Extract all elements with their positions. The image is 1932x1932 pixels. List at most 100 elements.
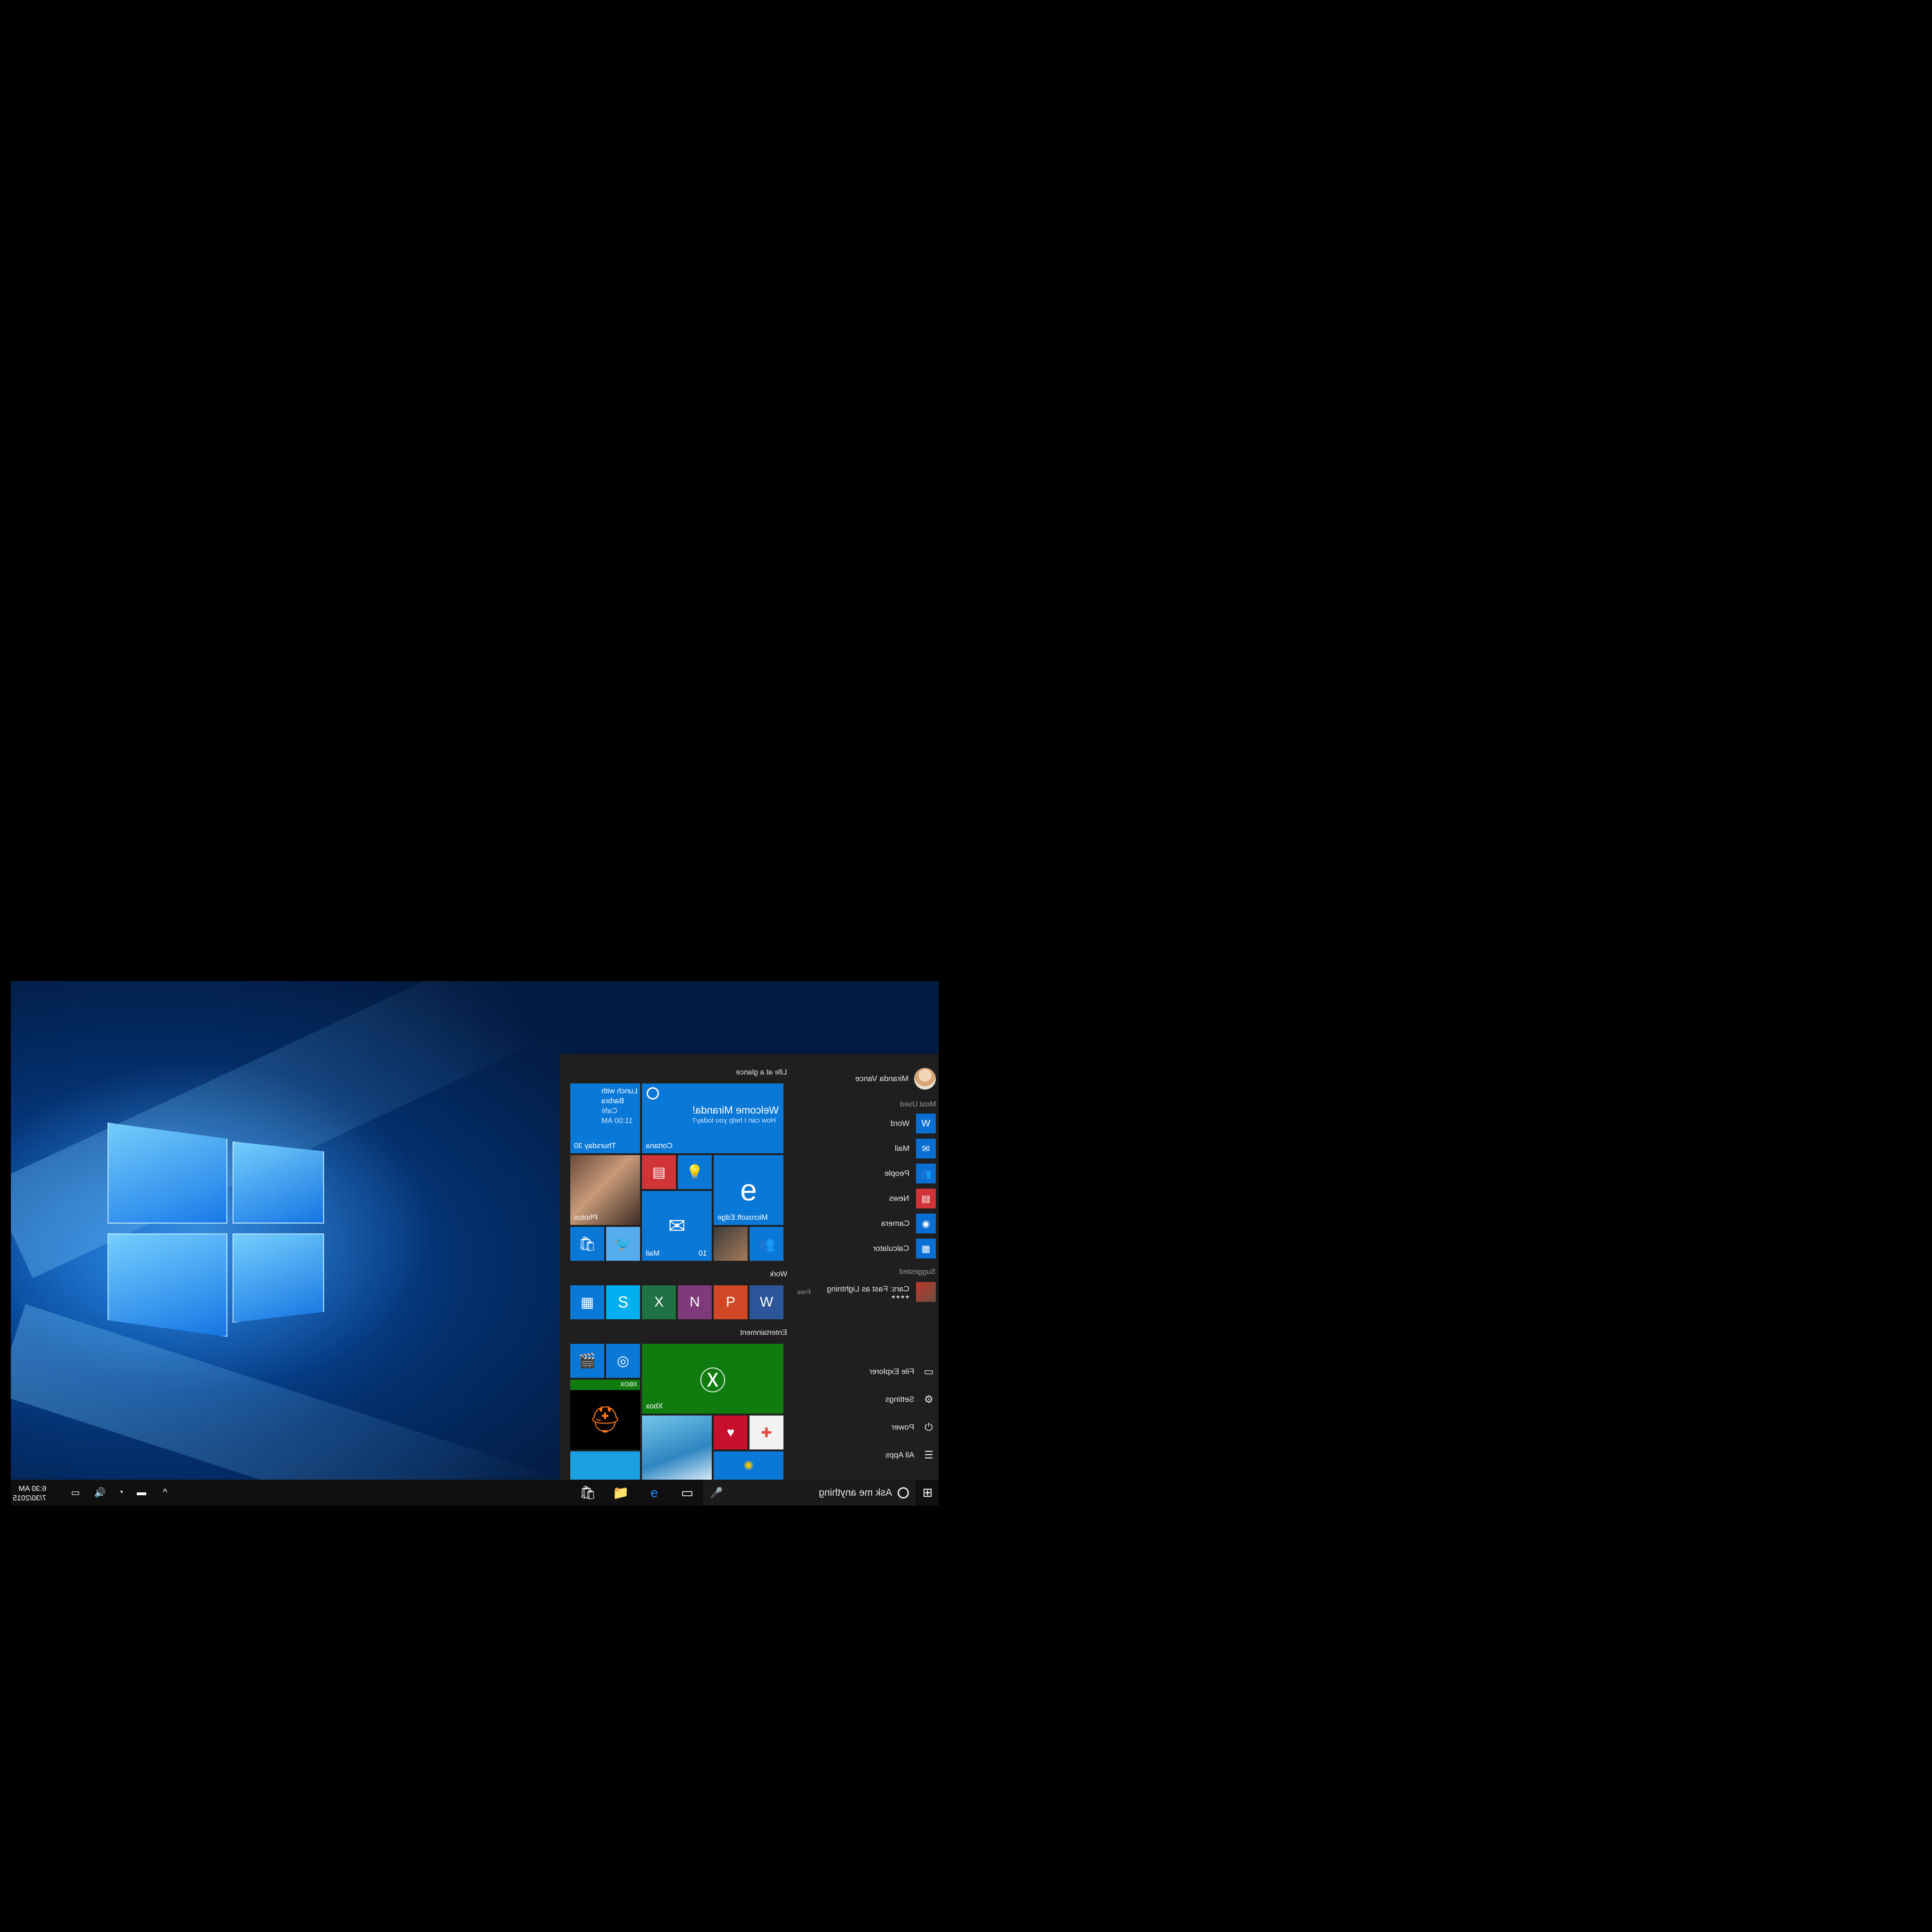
windows-logo-icon: ⊞ — [922, 1485, 933, 1499]
battery-indicator[interactable]: ▬ — [131, 1480, 152, 1506]
show-hidden-icons[interactable]: ^ — [155, 1480, 175, 1506]
folder-icon: 📁 — [612, 1485, 629, 1500]
sun-icon: ✺ — [743, 1458, 754, 1473]
cortana-circle-icon — [898, 1487, 909, 1499]
store-tile[interactable]: 🛍 — [570, 1227, 604, 1261]
cortana-tile[interactable]: Welcome Miranda! How can I help you toda… — [642, 1083, 783, 1153]
task-view-icon: ▭ — [681, 1485, 694, 1500]
tips-tile[interactable]: 💡 — [678, 1155, 712, 1189]
cortana-title: Welcome Miranda! — [692, 1104, 779, 1116]
store-taskbar-button[interactable]: 🛍 — [574, 1480, 602, 1506]
skype-tile[interactable]: S — [606, 1285, 640, 1319]
mail-icon: ✉ — [916, 1139, 936, 1158]
powerpoint-icon: P — [725, 1294, 735, 1310]
taskbar: ⊞ Ask me anything 🎤 ▭ e 📁 🛍 ^ ▬ ◔ 🔊 ▭ 6:… — [11, 1480, 939, 1506]
word-tile[interactable]: W — [749, 1285, 783, 1319]
battery-icon: ▬ — [137, 1487, 146, 1498]
iheartradio-tile[interactable]: ♥ — [714, 1416, 748, 1449]
twitter-icon: 🐦 — [614, 1236, 632, 1252]
calculator-tile[interactable]: ▦ — [570, 1285, 604, 1319]
skype-icon: S — [617, 1293, 629, 1311]
movies-tile[interactable]: 🎬 — [570, 1344, 604, 1378]
xbox-icon: Ⓧ — [700, 1366, 726, 1396]
app-mail[interactable]: ✉ Mail — [895, 1139, 936, 1158]
clock[interactable]: 6:30 AM 7/30/2015 — [13, 1484, 46, 1503]
contact-photo-tile[interactable] — [714, 1227, 748, 1261]
tile-label: Xbox — [646, 1402, 663, 1410]
app-camera[interactable]: ◉ Camera — [881, 1214, 936, 1233]
tile-label: Microsoft Edge — [717, 1214, 768, 1222]
excel-tile[interactable]: X — [642, 1285, 676, 1319]
groove-tile[interactable]: ◎ — [606, 1344, 640, 1378]
all-apps-item[interactable]: ☰ All Apps — [885, 1447, 936, 1464]
price: Free — [797, 1288, 811, 1296]
news-tile[interactable]: ▤ — [642, 1155, 676, 1189]
frozen-game-tile[interactable] — [642, 1416, 712, 1480]
file-explorer-item[interactable]: ▭ File Explorer — [869, 1363, 936, 1380]
system-label: File Explorer — [869, 1367, 914, 1376]
windows-logo-pane — [233, 1233, 324, 1323]
app-word[interactable]: W Word — [891, 1114, 936, 1133]
search-placeholder: Ask me anything — [818, 1487, 892, 1498]
people-icon: 👥 — [758, 1236, 775, 1252]
xbox-banner: XBOX — [570, 1380, 640, 1390]
event-time: 11:00 AM — [601, 1117, 633, 1125]
app-news[interactable]: ▤ News — [889, 1189, 936, 1208]
suggested-text: Cars: Fast as Lightning ★★★★ — [827, 1284, 909, 1300]
notification-icon: ▭ — [71, 1488, 80, 1498]
word-icon: W — [916, 1114, 936, 1133]
user-account[interactable]: Miranda Vance — [855, 1067, 936, 1090]
volume-indicator[interactable]: 🔊 — [90, 1480, 110, 1506]
windows-logo-pane — [108, 1123, 227, 1224]
calendar-tile[interactable]: Lunch with Barbra Café 11:00 AM Thursday… — [570, 1083, 640, 1153]
system-label: Power — [891, 1423, 914, 1432]
powerpoint-tile[interactable]: P — [714, 1285, 748, 1319]
system-label: Settings — [885, 1395, 914, 1404]
event-title: Barbra — [601, 1097, 624, 1105]
twitter-tile[interactable]: 🐦 — [606, 1227, 640, 1261]
people-icon: 👥 — [916, 1164, 936, 1183]
user-name: Miranda Vance — [855, 1074, 908, 1083]
photos-tile[interactable]: Photos — [570, 1155, 640, 1225]
xbox-badge: XBOX — [620, 1381, 637, 1388]
rating: ★★★★ — [891, 1294, 909, 1300]
mail-tile[interactable]: ✉ Mail 10 — [642, 1191, 712, 1261]
cortana-icon — [647, 1087, 659, 1099]
suggested-title: Cars: Fast as Lightning — [827, 1284, 909, 1293]
event-title: Lunch with — [601, 1087, 638, 1095]
app-label: People — [884, 1169, 909, 1178]
edge-tile[interactable]: e Microsoft Edge — [714, 1155, 783, 1225]
halo-tile[interactable]: XBOX ⛑ — [570, 1380, 640, 1449]
settings-item[interactable]: ⚙ Settings — [885, 1391, 936, 1408]
task-view-button[interactable]: ▭ — [673, 1480, 701, 1506]
list-icon: ☰ — [924, 1449, 933, 1461]
tile-label: Photos — [574, 1214, 598, 1222]
power-item[interactable]: ⏻ Power — [891, 1419, 936, 1436]
suggested-app[interactable]: Cars: Fast as Lightning ★★★★ Free — [797, 1280, 936, 1304]
search-box[interactable]: Ask me anything 🎤 — [703, 1480, 916, 1506]
word-icon: W — [759, 1294, 774, 1310]
people-tile[interactable]: 👥 — [749, 1227, 783, 1261]
start-button[interactable]: ⊞ — [916, 1480, 939, 1506]
microphone-icon[interactable]: 🎤 — [710, 1487, 723, 1499]
app-tile[interactable]: ✚ — [749, 1416, 783, 1449]
xbox-tile[interactable]: Ⓧ Xbox — [642, 1344, 783, 1414]
screen: Miranda Vance Most Used W Word ✉ Mail 👥 … — [11, 981, 939, 1506]
onenote-icon: N — [690, 1294, 700, 1310]
mail-count-badge: 10 — [699, 1249, 707, 1257]
network-indicator[interactable]: ◔ — [110, 1480, 131, 1506]
action-center[interactable]: ▭ — [65, 1480, 86, 1506]
group-work: Work — [769, 1270, 787, 1278]
partial-tile[interactable] — [570, 1451, 640, 1480]
app-label: Word — [890, 1119, 909, 1128]
app-label: Mail — [894, 1144, 909, 1153]
app-calculator[interactable]: ▦ Calculator — [873, 1239, 936, 1258]
power-icon: ⏻ — [924, 1421, 933, 1433]
partial-tile[interactable]: ✺ — [714, 1451, 783, 1480]
edge-taskbar-button[interactable]: e — [640, 1480, 668, 1506]
app-people[interactable]: 👥 People — [884, 1164, 936, 1183]
file-explorer-taskbar-button[interactable]: 📁 — [607, 1480, 635, 1506]
windows-logo-pane — [233, 1141, 324, 1224]
calendar-day: Thursday 30 — [574, 1142, 616, 1150]
onenote-tile[interactable]: N — [678, 1285, 712, 1319]
